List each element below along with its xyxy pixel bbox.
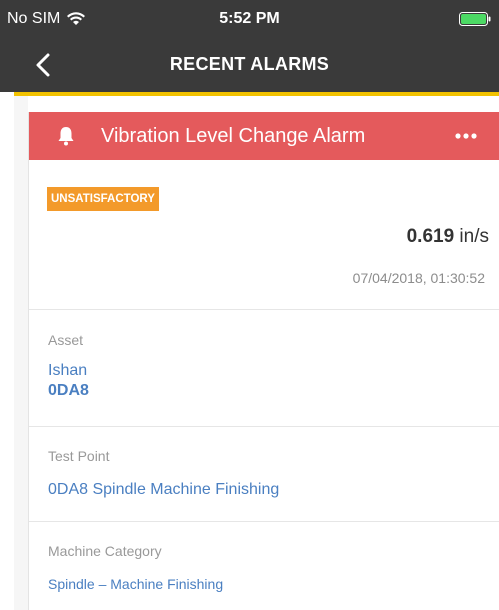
- alarm-value: 0.619 in/s: [407, 226, 489, 248]
- divider: [29, 309, 499, 310]
- asset-name-link[interactable]: Ishan: [48, 362, 87, 380]
- card-gutter: [14, 96, 28, 610]
- asset-id-link[interactable]: 0DA8: [48, 382, 89, 400]
- asset-label: Asset: [48, 332, 84, 348]
- alarm-title: Vibration Level Change Alarm: [101, 125, 366, 147]
- nav-accent-bar: [14, 92, 499, 96]
- value-number: 0.619: [406, 226, 455, 247]
- alarm-header[interactable]: Vibration Level Change Alarm: [29, 112, 499, 160]
- status-badge: UNSATISFACTORY: [47, 187, 159, 211]
- bell-icon: [58, 127, 74, 146]
- page-title: RECENT ALARMS: [169, 54, 330, 74]
- battery-icon: [459, 12, 491, 26]
- machine-category-label: Machine Category: [48, 543, 162, 559]
- more-icon[interactable]: [453, 128, 479, 144]
- value-unit: in/s: [459, 226, 489, 247]
- navigation-bar: RECENT ALARMS: [0, 38, 499, 92]
- divider: [29, 521, 499, 522]
- alarm-timestamp: 07/04/2018, 01:30:52: [352, 270, 485, 286]
- machine-category-link[interactable]: Spindle – Machine Finishing: [48, 576, 223, 592]
- status-time: 5:52 PM: [219, 10, 280, 27]
- alarm-card: Vibration Level Change Alarm UNSATISFACT…: [28, 112, 499, 610]
- test-point-link[interactable]: 0DA8 Spindle Machine Finishing: [48, 481, 279, 499]
- divider: [29, 426, 499, 427]
- test-point-label: Test Point: [48, 448, 110, 464]
- status-bar: No SIM 5:52 PM: [0, 0, 499, 38]
